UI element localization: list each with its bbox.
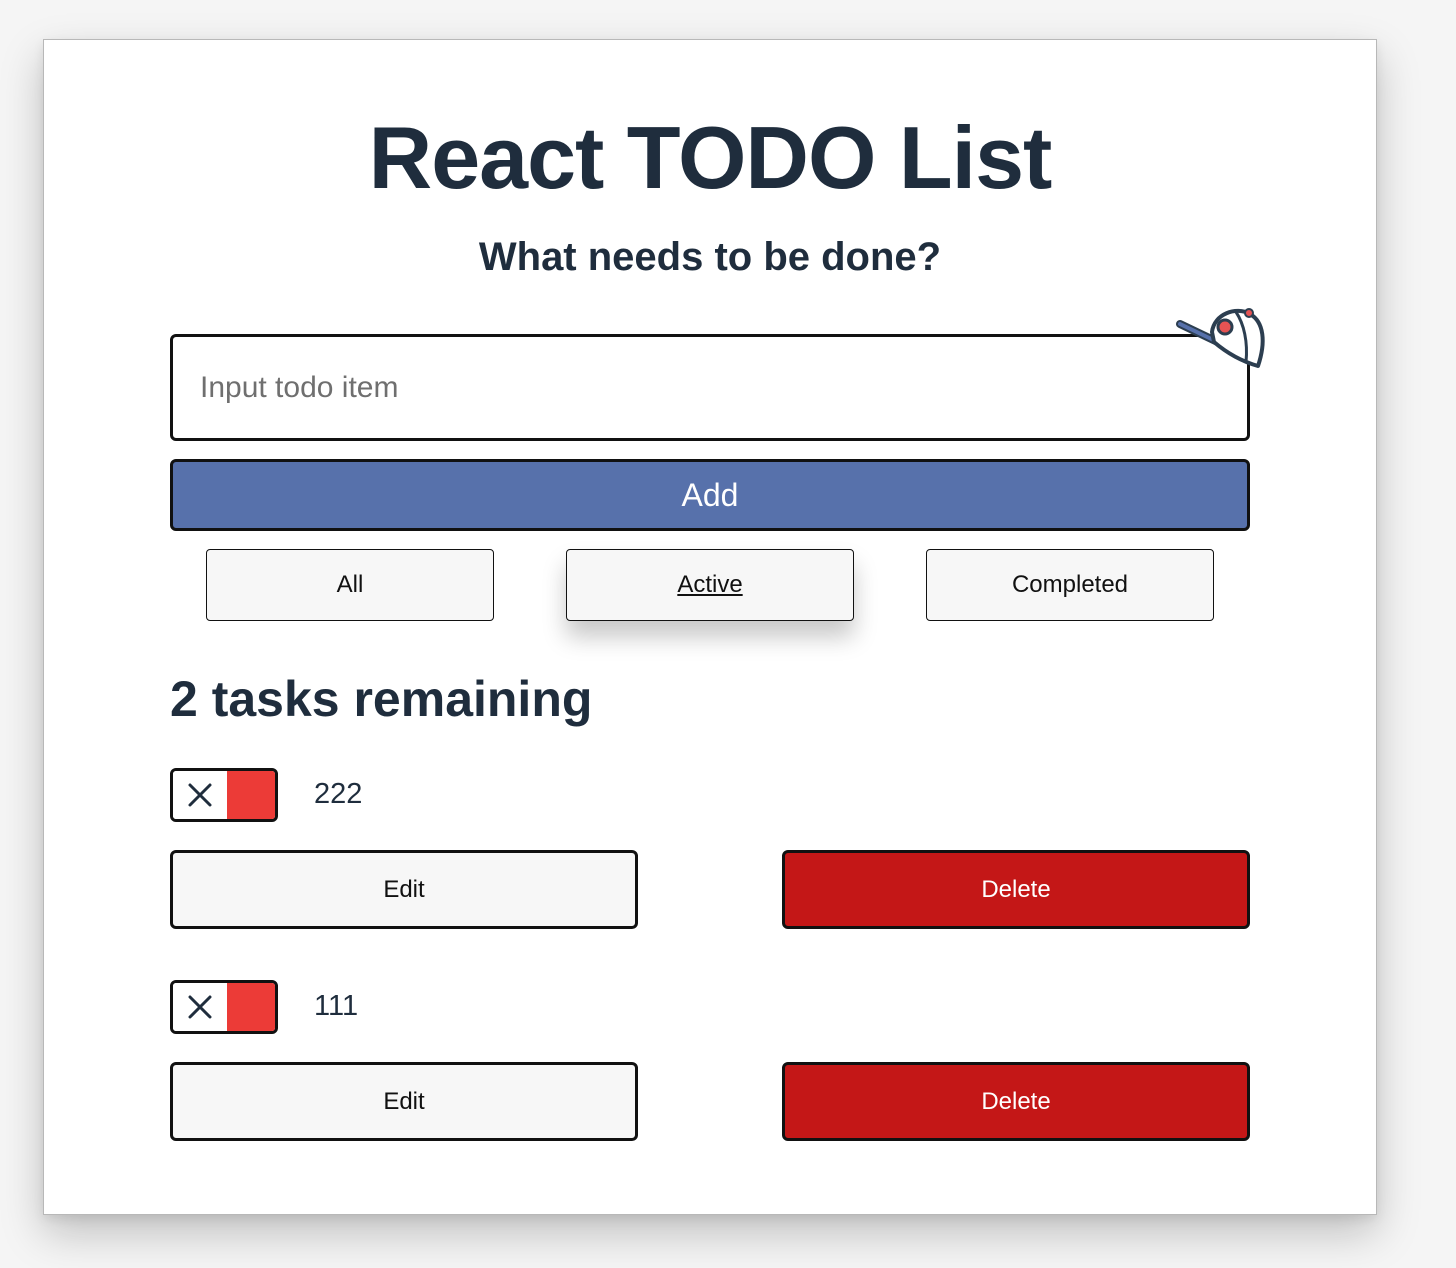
close-icon	[188, 995, 212, 1019]
toggle-off-half	[173, 771, 227, 819]
toggle-off-half	[173, 983, 227, 1031]
complete-toggle[interactable]	[170, 768, 278, 822]
toggle-indicator	[227, 771, 275, 819]
todo-item: 111 Edit Delete	[170, 980, 1250, 1160]
todo-input[interactable]	[170, 334, 1250, 441]
delete-button[interactable]: Delete	[782, 850, 1250, 929]
delete-button[interactable]: Delete	[782, 1062, 1250, 1141]
add-button[interactable]: Add	[170, 459, 1250, 531]
toggle-indicator	[227, 983, 275, 1031]
todo-item: 222 Edit Delete	[170, 768, 1250, 948]
page-subtitle: What needs to be done?	[478, 235, 942, 279]
todo-label: 111	[314, 990, 359, 1022]
edit-button[interactable]: Edit	[170, 850, 638, 929]
complete-toggle[interactable]	[170, 980, 278, 1034]
filter-all-button[interactable]: All	[206, 549, 494, 621]
baseball-cap-icon	[1176, 308, 1265, 368]
filter-active-button[interactable]: Active	[566, 549, 854, 621]
close-icon	[188, 783, 212, 807]
filter-completed-button[interactable]: Completed	[926, 549, 1214, 621]
todo-label: 222	[314, 778, 363, 810]
page-title: React TODO List	[368, 108, 1053, 207]
tasks-remaining-heading: 2 tasks remaining	[170, 671, 593, 727]
edit-button[interactable]: Edit	[170, 1062, 638, 1141]
app-card: React TODO List What needs to be done? A…	[43, 39, 1377, 1215]
